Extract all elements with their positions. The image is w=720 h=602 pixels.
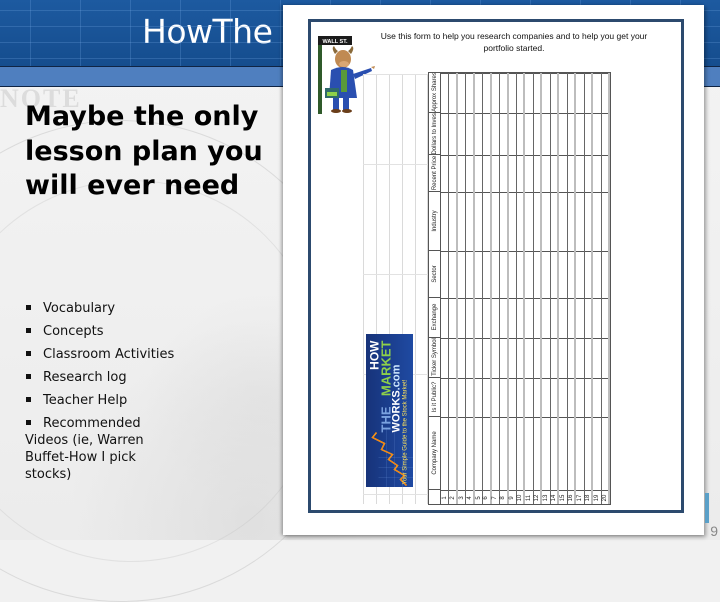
table-row: 1	[441, 73, 450, 504]
table-row: 4	[466, 73, 475, 504]
table-row: 7	[492, 73, 501, 504]
row-number: 1	[441, 496, 448, 500]
table-column-header: Approx Shares	[429, 73, 441, 113]
row-number: 15	[560, 494, 567, 502]
row-number: 11	[526, 494, 533, 502]
row-number: 4	[466, 496, 473, 500]
row-number: 13	[543, 494, 550, 502]
table-column-header: Dollars to Invest	[429, 113, 441, 155]
bullet-item: Teacher Help	[25, 392, 185, 409]
row-number: 6	[483, 496, 490, 500]
column-header-label: Approx Shares	[432, 73, 438, 113]
faint-grid-line	[363, 164, 428, 165]
slide-title: HowThe	[142, 12, 273, 51]
table-row: 9	[509, 73, 518, 504]
table-row: 15	[559, 73, 568, 504]
row-number: 2	[449, 496, 456, 500]
table-header-column: Company Name Is it Public? Ticker Symbol Ex…	[429, 73, 441, 504]
square-bullet-icon	[26, 397, 31, 402]
row-number: 5	[475, 496, 482, 500]
bullet-text: Research log	[43, 370, 127, 385]
square-bullet-icon	[26, 305, 31, 310]
logo-works-word: WORKS	[390, 389, 402, 432]
mascot-sign-text: WALL ST.	[323, 39, 348, 45]
column-header-label: Industry	[432, 210, 438, 232]
bullet-item: Vocabulary	[25, 300, 185, 317]
form-caption: Use this form to help you research compa…	[380, 31, 648, 53]
howthemarketworks-logo: HOW THE MARKET WORKS.com Your Simple Gui…	[366, 334, 413, 487]
row-number: 16	[567, 494, 574, 502]
row-number: 12	[534, 494, 541, 502]
table-row: 14	[551, 73, 560, 504]
square-bullet-icon	[26, 420, 31, 425]
row-number: 18	[584, 494, 591, 502]
row-number: 14	[551, 494, 558, 502]
bullet-item: Concepts	[25, 323, 185, 340]
table-row: 10	[517, 73, 526, 504]
faint-grid-line	[363, 74, 364, 504]
research-form-image: Use this form to help you research compa…	[283, 5, 704, 535]
table-row: 11	[526, 73, 534, 504]
table-row: 8	[500, 73, 509, 504]
table-row: 6	[483, 73, 492, 504]
column-header-label: Recent Price	[432, 156, 438, 191]
table-row: 5	[475, 73, 484, 504]
column-header-label: Is it Public?	[432, 381, 438, 413]
bullet-text: Teacher Help	[43, 393, 128, 408]
bullet-item: Recommended Videos (ie, Warren Buffet-Ho…	[25, 415, 185, 483]
table-row: 19	[593, 73, 602, 504]
faint-grid-line	[363, 74, 428, 75]
table-row: 2	[449, 73, 458, 504]
table-column-header: Is it Public?	[429, 378, 441, 418]
table-row: 17	[576, 73, 585, 504]
faint-grid-line	[363, 494, 428, 495]
bullet-item: Research log	[25, 369, 185, 386]
table-row: 18	[584, 73, 594, 504]
table-row: 16	[567, 73, 577, 504]
column-header-label: Dollars to Invest	[432, 112, 438, 155]
bullet-text: Classroom Activities	[43, 347, 175, 362]
row-number: 10	[517, 494, 524, 502]
column-header-label: Exchange	[432, 303, 438, 331]
row-number: 7	[492, 496, 499, 500]
column-header-label: Sector	[432, 265, 438, 283]
table-row: 12	[534, 73, 543, 504]
row-number: 17	[576, 494, 583, 502]
table-row: 3	[458, 73, 467, 504]
row-number: 20	[601, 494, 608, 502]
bullet-list: Vocabulary Concepts Classroom Activities Re…	[25, 300, 185, 489]
slide-page-number: 9	[710, 523, 718, 539]
row-number: 9	[509, 496, 516, 500]
table-column-header: Ticker Symbol	[429, 338, 441, 378]
faint-grid-line	[363, 274, 428, 275]
row-number: 19	[593, 494, 600, 502]
logo-works-text: WORKS.com	[390, 364, 402, 432]
square-bullet-icon	[26, 328, 31, 333]
slide-heading: Maybe the only lesson plan you will ever…	[25, 101, 263, 201]
logo-dotcom: .com	[390, 364, 402, 390]
square-bullet-icon	[26, 374, 31, 379]
bullet-text: Concepts	[43, 324, 104, 339]
table-column-header: Company Name	[429, 417, 441, 490]
square-bullet-icon	[26, 351, 31, 356]
bullet-text: Vocabulary	[43, 301, 116, 316]
row-number: 8	[500, 496, 507, 500]
table-column-header: Sector	[429, 251, 441, 298]
table-column-header: Recent Price	[429, 155, 441, 193]
table-column-header: Industry	[429, 192, 441, 252]
table-row: 13	[542, 73, 551, 504]
table-column-header: Exchange	[429, 298, 441, 338]
bullet-text: Recommended Videos (ie, Warren Buffet-Ho…	[25, 416, 144, 482]
column-header-label: Ticker Symbol	[432, 338, 438, 377]
form-frame: Use this form to help you research compa…	[308, 19, 684, 513]
bullet-item: Classroom Activities	[25, 346, 185, 363]
table-row: 20	[602, 73, 610, 504]
row-number: 3	[458, 496, 465, 500]
research-log-table: Company Name Is it Public? Ticker Symbol Ex…	[428, 72, 611, 505]
column-header-label: Company Name	[432, 431, 438, 475]
logo-tagline: Your Simple Guide to the Stock Market!	[402, 379, 408, 484]
slide-edge-accent	[705, 493, 709, 523]
faint-grid-line	[415, 74, 416, 504]
